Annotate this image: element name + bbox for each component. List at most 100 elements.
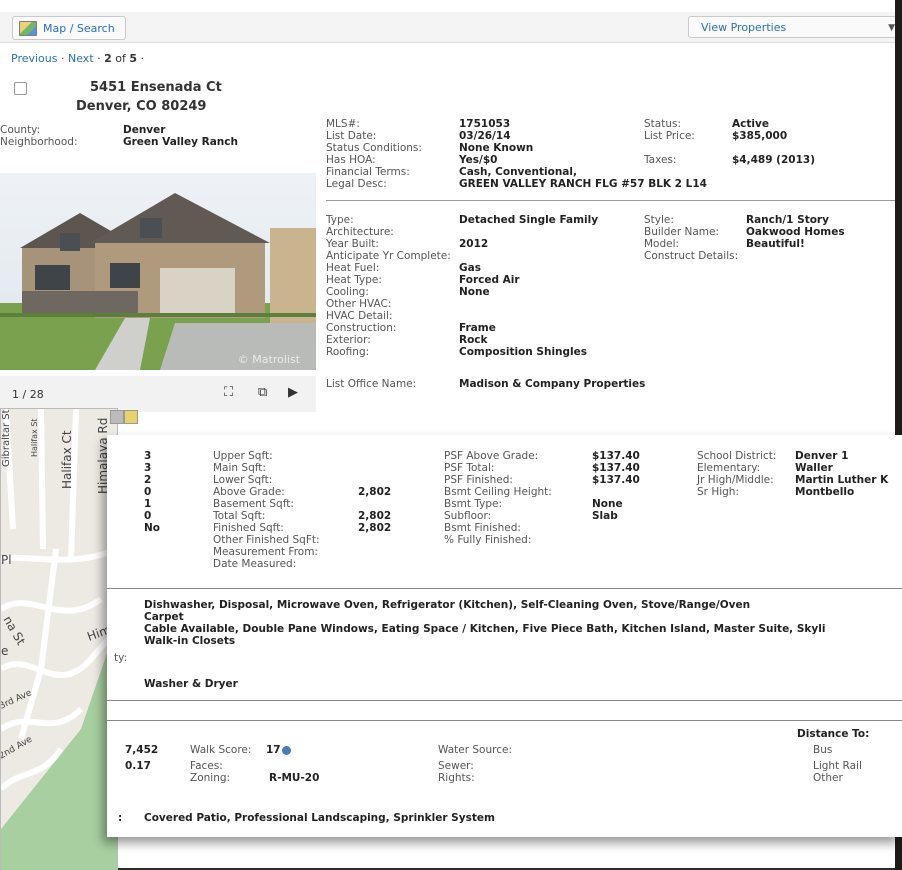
heat-fuel-label: Heat Fuel: [326, 262, 380, 274]
walk-score-number: 17 [266, 744, 281, 756]
psf-label: Bsmt Finished: [444, 522, 521, 534]
pager-current: 2 [104, 52, 112, 65]
map-search-button[interactable]: Map / Search [12, 16, 126, 40]
window-icon[interactable]: ⧉ [258, 385, 267, 400]
water-source-label: Water Source: [438, 744, 512, 756]
status-label: Status: [644, 118, 681, 130]
map-label: Pl [1, 553, 12, 567]
zoning-value: R-MU-20 [269, 772, 320, 784]
distance-other: Other [813, 772, 843, 784]
neighborhood-label: Neighborhood: [0, 136, 78, 148]
sqft-label: Date Measured: [213, 558, 297, 570]
map-label: Halifax St [30, 418, 39, 457]
map-label: Halifax Ct [60, 430, 74, 489]
map-label: Gibraltar St [1, 409, 12, 467]
walk-score-label: Walk Score: [190, 744, 252, 756]
legal-desc-value: GREEN VALLEY RANCH FLG #57 BLK 2 L14 [459, 178, 707, 190]
construction-label: Construction: [326, 322, 397, 334]
room-count: No [144, 522, 161, 534]
distance-to-label: Distance To: [797, 728, 870, 740]
play-icon[interactable]: ▶ [288, 385, 298, 400]
pager-sep: · [57, 52, 68, 65]
sqft-label: Above Grade: [213, 486, 285, 498]
chevron-down-icon: ▼ [888, 23, 895, 33]
other-hvac-label: Other HVAC: [326, 298, 392, 310]
flooring-value: Carpet [144, 611, 184, 623]
map-image: Gibraltar St Halifax St Halifax Ct Himal… [1, 409, 117, 870]
sqft-label: Other Finished SqFt: [213, 534, 320, 546]
pager-sep: · [137, 52, 145, 65]
sqft-label: Basement Sqft: [213, 498, 294, 510]
view-properties-select[interactable]: View Properties ▼ [688, 16, 902, 38]
photo-watermark: © Matrolist [238, 353, 301, 366]
psf-label: Bsmt Ceiling Height: [444, 486, 552, 498]
square-icon[interactable] [110, 410, 124, 424]
heat-type-value: Forced Air [459, 274, 520, 286]
hoa-value: Yes/$0 [459, 154, 498, 166]
next-link[interactable]: Next [68, 52, 94, 65]
appliances-value: Dishwasher, Disposal, Microwave Oven, Re… [144, 599, 751, 611]
rights-label: Rights: [438, 772, 475, 784]
pager-sep: · [93, 52, 105, 65]
acres-value: 0.17 [125, 760, 151, 772]
details-card: 3 3 2 0 1 0 No Upper Sqft: Main Sqft: Lo… [107, 435, 902, 837]
room-count: 3 [144, 450, 152, 462]
psf-value: $137.40 [592, 474, 640, 486]
taxes-value: $4,489 (2013) [732, 154, 815, 166]
style-value: Ranch/1 Story [746, 214, 829, 226]
address-line2: Denver, CO 80249 [76, 99, 207, 114]
model-label: Model: [644, 238, 680, 250]
divider [107, 720, 902, 721]
top-toolbar: Map / Search View Properties ▼ [0, 12, 902, 43]
model-value: Beautiful! [746, 238, 805, 250]
room-count: 0 [144, 510, 152, 522]
list-price-value: $385,000 [732, 130, 788, 142]
heat-fuel-value: Gas [459, 262, 481, 274]
psf-value: $137.40 [592, 462, 640, 474]
divider [107, 588, 902, 589]
list-date-label: List Date: [326, 130, 377, 142]
list-office-value: Madison & Company Properties [459, 378, 646, 390]
photo-counter: 1 / 28 [12, 388, 44, 401]
construct-details-label: Construct Details: [644, 250, 739, 262]
sqft-label: Total Sqft: [213, 510, 266, 522]
cooling-label: Cooling: [326, 286, 369, 298]
fullscreen-icon[interactable]: ⛶ [224, 385, 233, 400]
psf-label: PSF Total: [444, 462, 495, 474]
neighborhood-map[interactable]: Gibraltar St Halifax St Halifax Ct Himal… [0, 408, 118, 870]
laundry-label: ty: [114, 652, 128, 664]
faces-label: Faces: [190, 760, 223, 772]
exterior-features-label: : [118, 812, 123, 824]
list-price-label: List Price: [644, 130, 695, 142]
psf-label: % Fully Finished: [444, 534, 532, 546]
type-value: Detached Single Family [459, 214, 599, 226]
sqft-label: Upper Sqft: [213, 450, 273, 462]
psf-label: PSF Above Grade: [444, 450, 539, 462]
builder-label: Builder Name: [644, 226, 719, 238]
psf-value: $137.40 [592, 450, 640, 462]
roofing-label: Roofing: [326, 346, 370, 358]
zoning-label: Zoning: [190, 772, 231, 784]
total-sqft-value: 2,802 [358, 510, 392, 522]
select-listing-checkbox[interactable] [14, 82, 27, 95]
walk-score-icon[interactable] [281, 745, 291, 755]
sqft-label: Main Sqft: [213, 462, 266, 474]
listing-photo[interactable]: © Matrolist [0, 173, 316, 370]
map-icon [19, 20, 37, 36]
county-value: Denver [123, 124, 166, 136]
map-layer-icon[interactable] [124, 410, 138, 424]
room-count: 1 [144, 498, 152, 510]
pager-total: 5 [129, 52, 138, 65]
psf-label: Bsmt Type: [444, 498, 503, 510]
anticipate-label: Anticipate Yr Complete: [326, 250, 451, 262]
sqft-label: Lower Sqft: [213, 474, 273, 486]
type-label: Type: [326, 214, 354, 226]
taxes-label: Taxes: [644, 154, 677, 166]
sqft-label: Finished Sqft: [213, 522, 284, 534]
school-value: Martin Luther K [795, 474, 889, 486]
legal-desc-label: Legal Desc: [326, 178, 387, 190]
divider [326, 200, 895, 201]
sewer-label: Sewer: [438, 760, 474, 772]
previous-link[interactable]: Previous [11, 52, 58, 65]
psf-label: PSF Finished: [444, 474, 513, 486]
